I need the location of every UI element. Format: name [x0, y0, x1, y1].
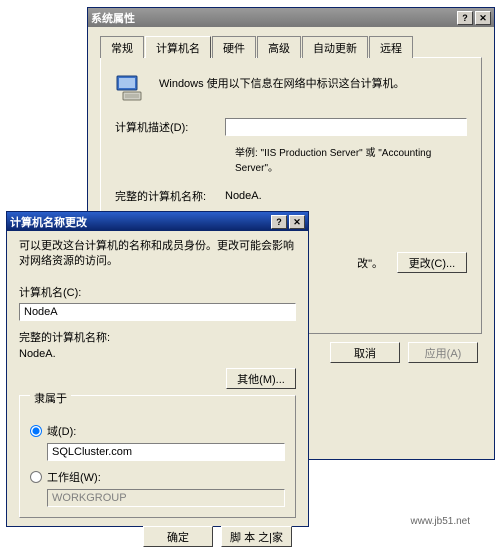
rename-titlebar-buttons: ? ✕	[269, 215, 305, 229]
rename-ok-button[interactable]: 确定	[143, 526, 213, 547]
workgroup-input	[47, 489, 285, 507]
sysprops-title: 系统属性	[91, 10, 135, 26]
rename-title: 计算机名称更改	[10, 214, 87, 230]
tab-general[interactable]: 常规	[100, 36, 144, 58]
sysprops-titlebar: 系统属性 ? ✕	[88, 8, 494, 27]
computer-name-change-dialog: 计算机名称更改 ? ✕ 可以更改这台计算机的名称和成员身份。更改可能会影响对网络…	[6, 211, 309, 527]
domain-radio-label: 域(D):	[47, 423, 76, 439]
more-button[interactable]: 其他(M)...	[226, 368, 296, 389]
rename-intro: 可以更改这台计算机的名称和成员身份。更改可能会影响对网络资源的访问。	[19, 239, 296, 270]
member-of-legend: 隶属于	[30, 390, 71, 406]
tab-auto-update[interactable]: 自动更新	[302, 36, 368, 58]
rename-close-button[interactable]: ✕	[289, 215, 305, 229]
workgroup-radio[interactable]	[30, 471, 42, 483]
description-input[interactable]	[225, 118, 467, 136]
apply-button[interactable]: 应用(A)	[408, 342, 478, 363]
tab-hardware[interactable]: 硬件	[212, 36, 256, 58]
tab-advanced[interactable]: 高级	[257, 36, 301, 58]
cancel-button[interactable]: 取消	[330, 342, 400, 363]
rename-help-button[interactable]: ?	[271, 215, 287, 229]
rename-titlebar: 计算机名称更改 ? ✕	[7, 212, 308, 231]
rename-button-row: 确定 脚 本 之|家	[19, 518, 296, 547]
fullname-label: 完整的计算机名称:	[115, 188, 225, 204]
domain-input[interactable]	[47, 443, 285, 461]
close-button[interactable]: ✕	[475, 11, 491, 25]
example-hint: 举例: "IIS Production Server" 或 "Accountin…	[235, 144, 467, 174]
change-hint-fragment: 改"。	[357, 255, 383, 271]
intro-text: Windows 使用以下信息在网络中标识这台计算机。	[159, 72, 405, 91]
domain-radio[interactable]	[30, 425, 42, 437]
tab-computer-name[interactable]: 计算机名	[145, 36, 211, 58]
tab-strip: 常规 计算机名 硬件 高级 自动更新 远程	[100, 36, 482, 58]
change-button[interactable]: 更改(C)...	[397, 252, 467, 273]
name-label: 计算机名(C):	[19, 284, 296, 300]
watermark: www.jb51.net	[411, 516, 470, 527]
description-label: 计算机描述(D):	[115, 119, 225, 135]
rename-fullname-value: NodeA.	[19, 348, 296, 360]
computer-name-input[interactable]	[19, 303, 296, 321]
rename-script-button[interactable]: 脚 本 之|家	[221, 526, 292, 547]
workgroup-radio-label: 工作组(W):	[47, 469, 101, 485]
tab-remote[interactable]: 远程	[369, 36, 413, 58]
rename-fullname-label: 完整的计算机名称:	[19, 329, 296, 345]
member-of-fieldset: 隶属于 域(D): 工作组(W):	[19, 395, 296, 518]
titlebar-buttons: ? ✕	[455, 11, 491, 25]
rename-body: 可以更改这台计算机的名称和成员身份。更改可能会影响对网络资源的访问。 计算机名(…	[7, 231, 308, 557]
computer-icon	[115, 72, 147, 104]
fullname-value: NodeA.	[225, 190, 467, 202]
help-button[interactable]: ?	[457, 11, 473, 25]
